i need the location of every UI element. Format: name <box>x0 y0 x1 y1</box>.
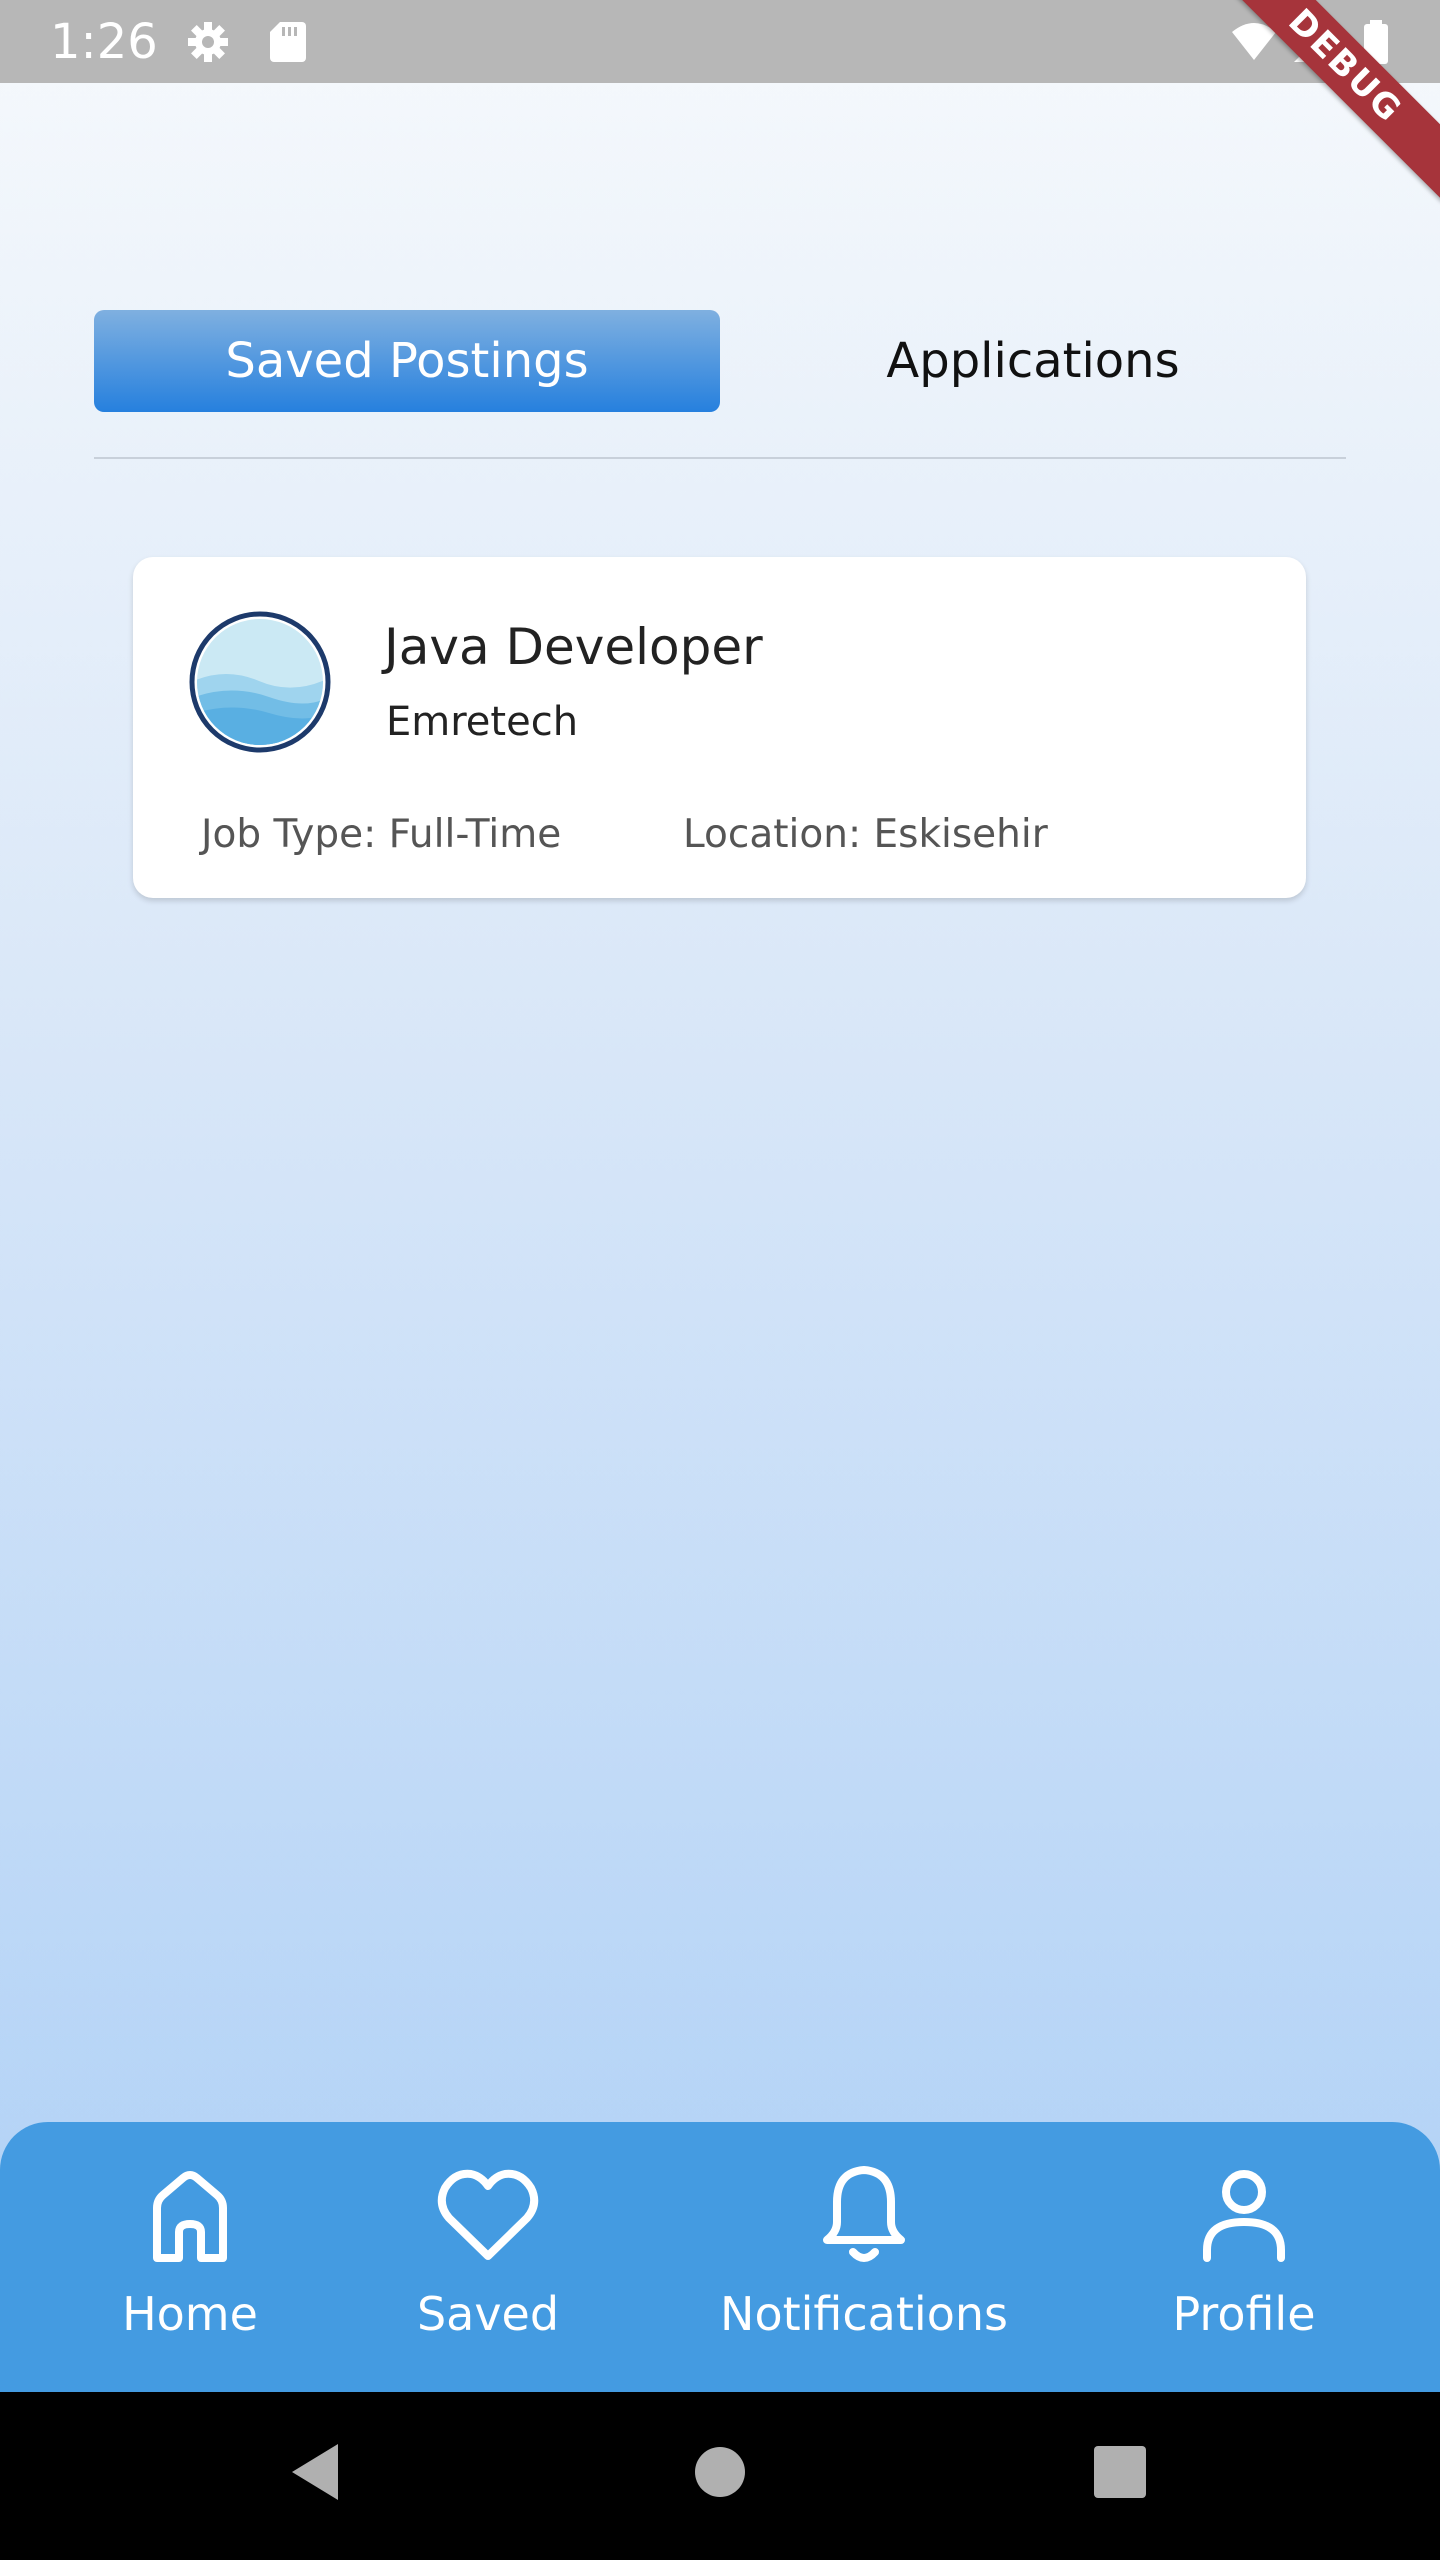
nav-label-home: Home <box>122 2287 258 2341</box>
nav-label-profile: Profile <box>1172 2287 1316 2341</box>
sd-card-icon <box>264 18 312 66</box>
job-type: Job Type: Full-Time <box>201 812 562 857</box>
tab-applications[interactable]: Applications <box>720 310 1346 412</box>
heart-icon <box>437 2169 539 2260</box>
company-logo-icon <box>189 611 331 753</box>
user-icon <box>1203 2170 1285 2262</box>
nav-label-notifications: Notifications <box>720 2287 1008 2341</box>
nav-item-home[interactable]: Home <box>30 2160 350 2344</box>
status-bar: 1:26 DEBUG <box>0 0 1440 202</box>
company-name: Emretech <box>386 699 579 745</box>
nav-item-notifications[interactable]: Notifications <box>704 2160 1024 2344</box>
bell-icon <box>823 2166 905 2262</box>
status-time: 1:26 <box>50 14 158 70</box>
settings-icon <box>184 18 232 66</box>
job-location: Location: Eskisehir <box>683 812 1048 857</box>
home-button-icon[interactable] <box>690 2442 750 2502</box>
nav-item-profile[interactable]: Profile <box>1084 2160 1404 2344</box>
back-icon[interactable] <box>288 2442 348 2502</box>
tab-saved-postings[interactable]: Saved Postings <box>94 310 720 412</box>
recents-icon[interactable] <box>1090 2442 1150 2502</box>
bottom-nav: Home Saved Notifications Profile <box>0 2122 1440 2392</box>
nav-item-saved[interactable]: Saved <box>328 2160 648 2344</box>
tab-divider <box>94 457 1346 459</box>
home-icon <box>153 2171 227 2262</box>
job-title: Java Developer <box>384 618 763 676</box>
system-nav-bar <box>0 2392 1440 2560</box>
nav-label-saved: Saved <box>416 2287 560 2341</box>
job-card[interactable]: Java Developer Emretech Job Type: Full-T… <box>133 557 1306 898</box>
